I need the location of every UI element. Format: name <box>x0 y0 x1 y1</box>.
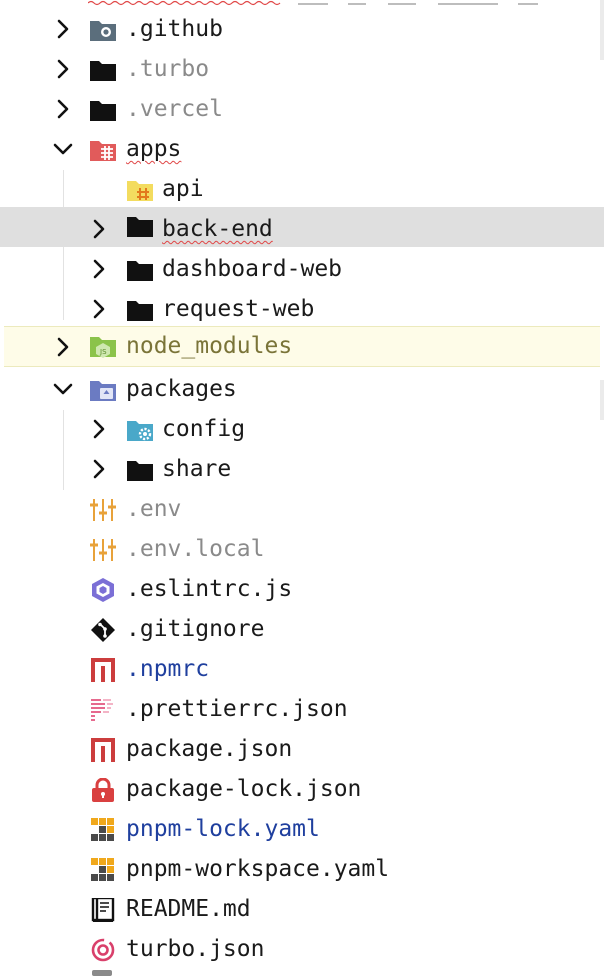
github-folder-icon <box>90 21 116 41</box>
chevron-right-icon[interactable] <box>54 17 72 41</box>
npm-icon <box>91 658 115 682</box>
folder-icon <box>90 101 116 121</box>
tree-item-label: .env.local <box>126 536 265 562</box>
tree-item-label: .env <box>126 496 182 522</box>
tree-item-label: .gitignore <box>126 616 265 642</box>
tree-item-label: pnpm-workspace.yaml <box>126 856 390 882</box>
tree-row-api[interactable]: api <box>0 169 604 209</box>
tree-row-env-local[interactable]: .env.local <box>0 529 604 569</box>
apps-folder-icon <box>90 141 116 161</box>
tree-row-dashboard-web[interactable]: dashboard-web <box>0 249 604 289</box>
svg-text:JS: JS <box>99 348 107 356</box>
tree-item-label: package.json <box>126 736 293 762</box>
node-modules-folder-icon: JS <box>90 337 116 358</box>
tree-row-package-json[interactable]: package.json <box>0 729 604 769</box>
chevron-right-icon[interactable] <box>54 57 72 81</box>
tree-item-label: config <box>162 416 246 442</box>
tree-row-pnpm-lock[interactable]: pnpm-lock.yaml <box>0 809 604 849</box>
tree-row-apps[interactable]: apps <box>0 129 604 169</box>
chevron-right-icon[interactable] <box>54 335 72 359</box>
folder-icon <box>90 61 116 81</box>
chevron-down-icon[interactable] <box>52 137 74 161</box>
tree-item-label: node_modules <box>126 333 293 359</box>
lock-icon <box>92 778 114 802</box>
tree-item-label: pnpm-lock.yaml <box>126 816 320 842</box>
pnpm-icon <box>91 818 114 841</box>
tree-row-turbo[interactable]: .turbo <box>0 49 604 89</box>
error-squiggle <box>88 0 538 6</box>
tree-item-label: packages <box>126 376 237 402</box>
packages-folder-icon <box>90 381 116 401</box>
env-icon <box>90 499 116 521</box>
chevron-right-icon[interactable] <box>90 217 108 241</box>
tree-item-label: .eslintrc.js <box>126 576 293 602</box>
tree-item-label: request-web <box>162 296 315 322</box>
folder-icon <box>127 261 153 281</box>
tree-row-pnpm-workspace[interactable]: pnpm-workspace.yaml <box>0 849 604 889</box>
tree-item-label: api <box>162 176 204 202</box>
tree-row-turbo-json[interactable]: turbo.json <box>0 929 604 969</box>
readme-icon <box>91 898 115 922</box>
npm-icon <box>91 738 115 762</box>
tree-row-github[interactable]: .github <box>0 9 604 49</box>
tree-row-readme[interactable]: README.md <box>0 889 604 929</box>
chevron-down-icon[interactable] <box>52 377 74 401</box>
chevron-right-icon[interactable] <box>54 97 72 121</box>
tree-row-gitignore[interactable]: .gitignore <box>0 609 604 649</box>
prettier-icon <box>91 699 113 721</box>
git-icon <box>91 618 115 642</box>
tree-item-label: dashboard-web <box>162 256 343 282</box>
tree-item-label: .github <box>126 16 223 42</box>
eslint-icon <box>92 578 114 602</box>
tree-item-label: README.md <box>126 896 251 922</box>
turbo-icon <box>91 938 115 962</box>
tree-item-label: .prettierrc.json <box>126 696 348 722</box>
tree-item-label: package-lock.json <box>126 776 362 802</box>
chevron-right-icon[interactable] <box>90 257 108 281</box>
tree-row-prettierrc[interactable]: .prettierrc.json <box>0 689 604 729</box>
config-folder-icon <box>127 421 153 441</box>
tree-item-label: share <box>162 456 232 482</box>
tree-row-eslintrc[interactable]: .eslintrc.js <box>0 569 604 609</box>
chevron-right-icon[interactable] <box>90 457 108 481</box>
tree-row-share[interactable]: share <box>0 449 604 489</box>
tree-row-packages[interactable]: packages <box>0 369 604 409</box>
tree-item-label: apps <box>126 136 182 162</box>
folder-icon <box>127 301 153 321</box>
tree-row-node-modules[interactable]: JS node_modules <box>4 326 600 367</box>
tree-row-npmrc[interactable]: .npmrc <box>0 649 604 689</box>
folder-icon <box>127 217 153 237</box>
file-icon <box>92 970 112 976</box>
tree-row-vercel[interactable]: .vercel <box>0 89 604 129</box>
tree-item-label: .vercel <box>126 96 223 122</box>
tree-item-label: .turbo <box>126 56 210 82</box>
tree-row-request-web[interactable]: request-web <box>0 289 604 329</box>
tree-row-back-end[interactable]: back-end <box>0 207 604 247</box>
chevron-right-icon[interactable] <box>90 417 108 441</box>
tree-row-config[interactable]: config <box>0 409 604 449</box>
env-icon <box>90 539 116 561</box>
api-folder-icon <box>127 181 153 201</box>
tree-item-label: turbo.json <box>126 936 265 962</box>
chevron-right-icon[interactable] <box>90 297 108 321</box>
tree-item-label: back-end <box>162 216 273 242</box>
tree-item-label: .npmrc <box>126 656 210 682</box>
tree-row-env[interactable]: .env <box>0 489 604 529</box>
tree-row-package-lock[interactable]: package-lock.json <box>0 769 604 809</box>
pnpm-icon <box>91 858 114 881</box>
folder-icon <box>127 461 153 481</box>
project-tree: .github .turbo .vercel apps api back-end <box>0 0 604 976</box>
